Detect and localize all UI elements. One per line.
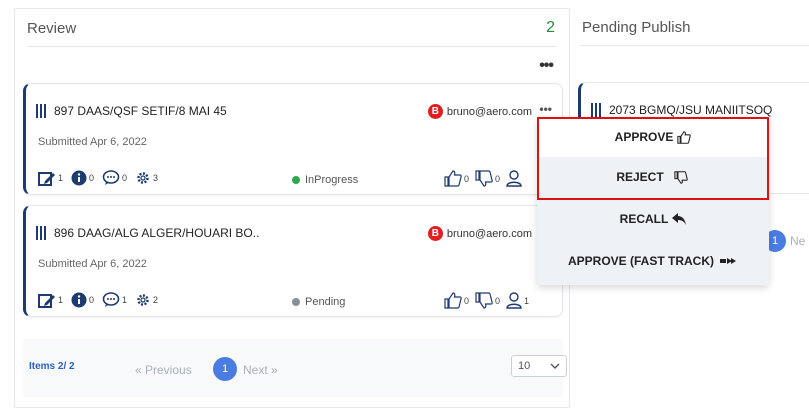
reject-menu-item[interactable]: REJECT [537, 157, 769, 197]
column-more-icon[interactable]: ••• [539, 57, 554, 75]
request-card[interactable]: 896 DAAG/ALG ALGER/HOUARI BO.. Submitted… [23, 205, 563, 317]
info-count: 0 [89, 173, 95, 183]
status-badge: Pending [292, 296, 345, 308]
comment-icon[interactable]: 1 [102, 292, 127, 308]
user-icon[interactable]: 1 [506, 292, 529, 309]
settings-count: 3 [153, 173, 159, 183]
status-badge: InProgress [292, 174, 358, 186]
previous-page-link[interactable]: « Previous [135, 363, 192, 377]
reject-label: REJECT [616, 170, 664, 184]
review-column-header: Review 2 [15, 9, 569, 47]
card-stats: 1 0 0 3 [38, 170, 166, 186]
divider [27, 46, 557, 47]
thumbs-up-icon [677, 130, 692, 144]
submitted-date: Submitted Apr 6, 2022 [38, 258, 147, 270]
reviewers-count: 1 [524, 295, 530, 306]
recall-menu-item[interactable]: RECALL [537, 199, 769, 239]
votes: 0 0 1 [444, 292, 535, 309]
divider [580, 45, 809, 46]
reply-icon [672, 213, 687, 225]
approve-menu-item[interactable]: APPROVE [537, 117, 769, 157]
votes: 0 0 [444, 170, 528, 187]
kanban-board: Review 2 ••• 897 DAAS/QSF SETIF/8 MAI 45… [0, 0, 809, 410]
next-page-link[interactable]: Next » [243, 363, 278, 377]
fast-forward-hand-icon [720, 258, 736, 264]
dislikes-count: 0 [495, 295, 501, 306]
review-column-title: Review [27, 20, 77, 37]
barcode-icon [36, 104, 46, 118]
likes-count: 0 [464, 173, 470, 184]
user-icon[interactable] [506, 170, 522, 187]
request-title: 896 DAAG/ALG ALGER/HOUARI BO.. [36, 226, 259, 240]
user-avatar-icon: B [427, 104, 443, 119]
thumbs-down-icon[interactable]: 0 [475, 170, 500, 187]
settings-icon[interactable]: 2 [135, 292, 158, 308]
page-size-select[interactable]: 10 [511, 355, 567, 377]
page-size-value: 10 [518, 360, 531, 372]
request-id-label: 2073 BGMQ/JSU MANIITSOQ [609, 103, 773, 117]
edit-icon[interactable]: 1 [38, 292, 63, 308]
barcode-icon [591, 103, 601, 117]
items-count: Items 2/ 2 [29, 361, 75, 372]
settings-count: 2 [153, 295, 159, 305]
comment-count: 0 [122, 173, 128, 183]
dislikes-count: 0 [495, 173, 501, 184]
status-label: InProgress [305, 174, 359, 186]
pending-column-title: Pending Publish [582, 19, 691, 36]
submitter: B bruno@aero.com [427, 104, 532, 119]
edit-count: 1 [58, 173, 64, 183]
request-title: 2073 BGMQ/JSU MANIITSOQ [591, 103, 772, 117]
approve-fast-track-label: APPROVE (FAST TRACK) [567, 254, 714, 268]
recall-label: RECALL [619, 212, 669, 226]
comment-count: 1 [122, 295, 128, 305]
info-count: 0 [89, 295, 95, 305]
status-dot-icon [292, 176, 300, 184]
status-dot-icon [292, 298, 300, 306]
info-icon[interactable]: 0 [71, 170, 94, 186]
card-stats: 1 0 1 2 [38, 292, 166, 308]
thumbs-up-icon[interactable]: 0 [444, 170, 469, 187]
approve-fast-track-menu-item[interactable]: APPROVE (FAST TRACK) [537, 241, 769, 281]
request-id-label: 896 DAAG/ALG ALGER/HOUARI BO.. [54, 226, 260, 240]
request-title: 897 DAAS/QSF SETIF/8 MAI 45 [36, 104, 227, 118]
thumbs-down-icon[interactable]: 0 [475, 292, 500, 309]
request-id-label: 897 DAAS/QSF SETIF/8 MAI 45 [54, 104, 227, 118]
comment-icon[interactable]: 0 [102, 170, 127, 186]
likes-count: 0 [464, 295, 470, 306]
edit-icon[interactable]: 1 [38, 170, 63, 186]
status-label: Pending [305, 296, 346, 308]
info-icon[interactable]: 0 [71, 292, 94, 308]
pagination: Items 2/ 2 « Previous 1 Next » 10 [23, 339, 567, 397]
request-card[interactable]: 897 DAAS/QSF SETIF/8 MAI 45 Submitted Ap… [23, 83, 563, 195]
card-actions-menu: APPROVE REJECT RECALL APPROVE (FAST TRAC… [537, 117, 769, 285]
pending-next-page-link[interactable]: Ne [790, 234, 805, 248]
thumbs-up-icon[interactable]: 0 [444, 292, 469, 309]
user-email: bruno@aero.com [446, 227, 532, 240]
user-email: bruno@aero.com [446, 105, 532, 118]
submitted-date: Submitted Apr 6, 2022 [38, 136, 147, 148]
submitter: B bruno@aero.com [427, 226, 532, 241]
review-column: Review 2 ••• 897 DAAS/QSF SETIF/8 MAI 45… [14, 8, 570, 408]
barcode-icon [36, 226, 46, 240]
thumbs-down-icon [674, 170, 688, 184]
card-more-icon[interactable]: ••• [539, 102, 552, 116]
settings-icon[interactable]: 3 [135, 170, 158, 186]
review-column-count: 2 [546, 19, 555, 36]
chevron-down-icon [550, 363, 560, 369]
approve-label: APPROVE [614, 130, 674, 144]
edit-count: 1 [58, 295, 64, 305]
user-avatar-icon: B [427, 226, 443, 241]
page-number-button[interactable]: 1 [213, 357, 237, 381]
